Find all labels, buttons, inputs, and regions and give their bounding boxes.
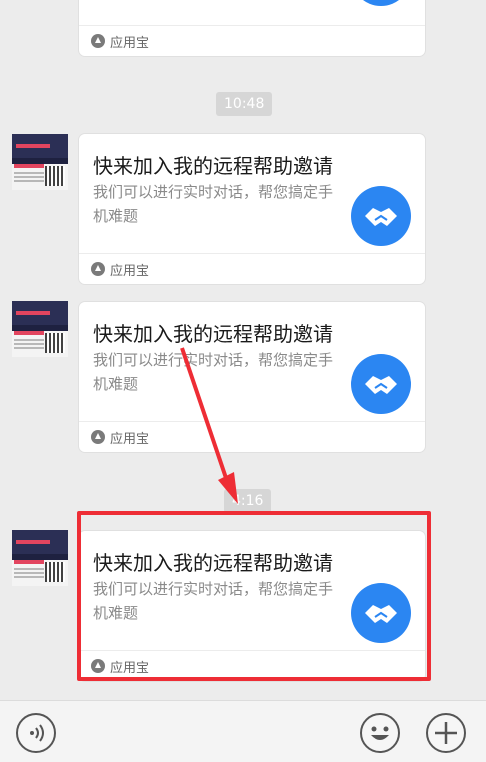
handshake-icon [351, 0, 411, 6]
handshake-icon [351, 354, 411, 414]
app-name: 应用宝 [110, 432, 150, 447]
app-name: 应用宝 [110, 264, 150, 279]
message-description: 我们可以进行实时对话，帮您搞定手机难题 [93, 183, 334, 225]
voice-icon [30, 724, 44, 742]
app-store-icon [91, 262, 105, 276]
highlight-box [77, 511, 431, 681]
app-name: 应用宝 [110, 36, 150, 51]
message-card[interactable]: 快来加入我的远程帮助邀请 我们可以进行实时对话，帮您搞定手机难题 应用宝 [79, 134, 425, 284]
card-footer: 应用宝 [79, 253, 425, 284]
app-store-icon [91, 430, 105, 444]
emoji-icon [371, 726, 389, 740]
emoji-button[interactable] [360, 713, 400, 753]
partial-message-card[interactable]: 应用宝 [79, 0, 425, 56]
message-title: 快来加入我的远程帮助邀请 [93, 154, 333, 178]
avatar[interactable] [12, 301, 68, 357]
message-title: 快来加入我的远程帮助邀请 [93, 322, 333, 346]
timestamp: 10:48 [216, 92, 273, 116]
avatar[interactable] [12, 530, 68, 586]
message-card[interactable]: 快来加入我的远程帮助邀请 我们可以进行实时对话，帮您搞定手机难题 应用宝 [79, 302, 425, 452]
card-footer: 应用宝 [79, 25, 425, 56]
handshake-icon [351, 186, 411, 246]
input-bar [0, 700, 486, 762]
voice-button[interactable] [16, 713, 56, 753]
message-description: 我们可以进行实时对话，帮您搞定手机难题 [93, 351, 334, 393]
avatar[interactable] [12, 134, 68, 190]
plus-icon [435, 722, 457, 744]
add-button[interactable] [426, 713, 466, 753]
card-footer: 应用宝 [79, 421, 425, 452]
app-store-icon [91, 34, 105, 48]
timestamp: 4:16 [224, 489, 272, 513]
